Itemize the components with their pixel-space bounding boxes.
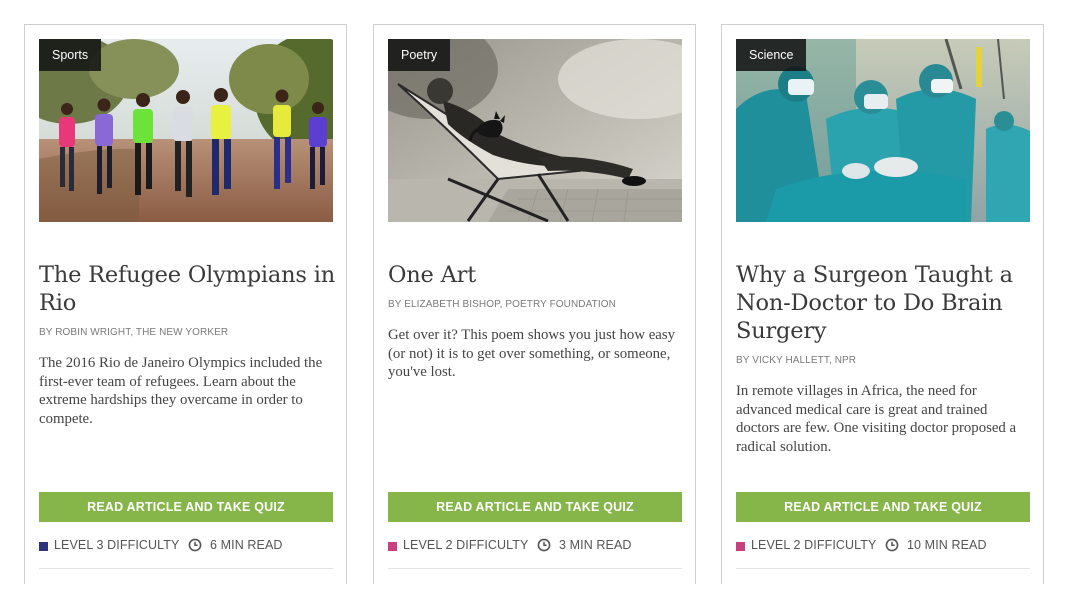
- article-image-runners[interactable]: Sports: [39, 39, 333, 222]
- read-article-quiz-button[interactable]: READ ARTICLE AND TAKE QUIZ: [736, 492, 1030, 522]
- read-time: 6 MIN READ: [210, 538, 283, 552]
- read-article-quiz-button[interactable]: READ ARTICLE AND TAKE QUIZ: [39, 492, 333, 522]
- article-image-surgeons[interactable]: Science: [736, 39, 1030, 222]
- article-summary: In remote villages in Africa, the need f…: [736, 383, 1017, 455]
- difficulty-label: LEVEL 2 DIFFICULTY: [751, 538, 877, 552]
- clock-icon: [537, 538, 551, 552]
- difficulty-level-swatch: [388, 542, 397, 551]
- article-title[interactable]: Why a Surgeon Taught a Non-Doctor to Do …: [736, 261, 1034, 345]
- read-article-quiz-button[interactable]: READ ARTICLE AND TAKE QUIZ: [388, 492, 682, 522]
- difficulty-level-swatch: [736, 542, 745, 551]
- article-card[interactable]: Sports The Refugee Olympians in Rio BY R…: [24, 24, 347, 584]
- divider: [736, 568, 1030, 569]
- article-summary: The 2016 Rio de Janeiro Olympics include…: [39, 355, 323, 427]
- read-time: 10 MIN READ: [907, 538, 987, 552]
- article-byline: BY VICKY HALLETT, NPR: [736, 355, 857, 366]
- divider: [388, 568, 682, 569]
- difficulty-level-swatch: [39, 542, 48, 551]
- article-byline: BY ELIZABETH BISHOP, POETRY FOUNDATION: [388, 299, 616, 310]
- article-card[interactable]: Poetry One Art BY ELIZABETH BISHOP, POET…: [373, 24, 696, 584]
- article-byline: BY ROBIN WRIGHT, THE NEW YORKER: [39, 327, 229, 338]
- read-time: 3 MIN READ: [559, 538, 632, 552]
- clock-icon: [188, 538, 202, 552]
- article-title[interactable]: One Art: [388, 261, 686, 289]
- article-summary: Get over it? This poem shows you just ho…: [388, 327, 676, 381]
- divider: [39, 568, 333, 569]
- category-tag[interactable]: Sports: [39, 39, 102, 71]
- category-tag[interactable]: Poetry: [388, 39, 451, 71]
- article-title[interactable]: The Refugee Olympians in Rio: [39, 261, 337, 317]
- category-tag[interactable]: Science: [736, 39, 807, 71]
- article-image-poet[interactable]: Poetry: [388, 39, 682, 222]
- difficulty-label: LEVEL 3 DIFFICULTY: [54, 538, 180, 552]
- clock-icon: [885, 538, 899, 552]
- article-meta: LEVEL 3 DIFFICULTY 6 MIN READ: [39, 537, 333, 557]
- article-meta: LEVEL 2 DIFFICULTY 10 MIN READ: [736, 537, 1030, 557]
- difficulty-label: LEVEL 2 DIFFICULTY: [403, 538, 529, 552]
- article-meta: LEVEL 2 DIFFICULTY 3 MIN READ: [388, 537, 682, 557]
- article-card[interactable]: Science Why a Surgeon Taught a Non-Docto…: [721, 24, 1044, 584]
